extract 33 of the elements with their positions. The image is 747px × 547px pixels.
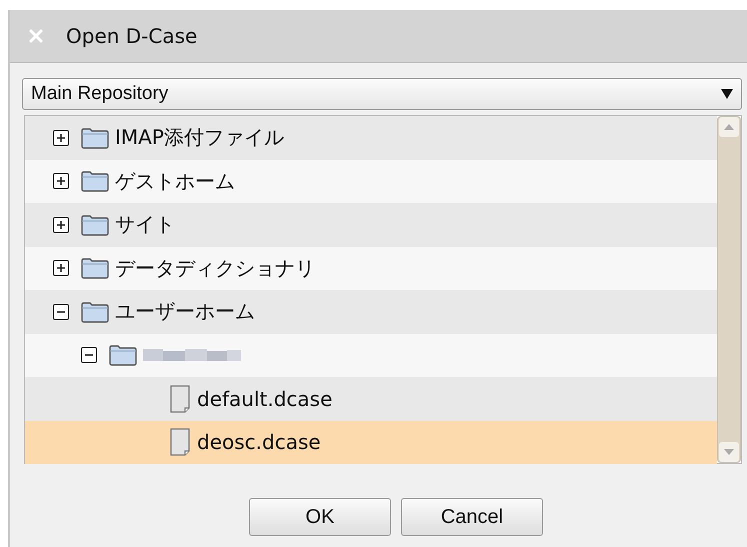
folder-icon: [81, 126, 109, 150]
expand-icon[interactable]: [53, 260, 69, 276]
tree-row[interactable]: IMAP添付ファイル: [25, 116, 717, 160]
tree-row[interactable]: default.dcase: [25, 377, 717, 420]
tree-row[interactable]: ゲストホーム: [25, 160, 717, 203]
window-title: Open D-Case: [66, 24, 198, 48]
folder-icon: [109, 343, 137, 368]
collapse-icon[interactable]: [53, 304, 69, 320]
file-name: deosc.dcase: [197, 430, 321, 454]
cancel-button[interactable]: Cancel: [401, 498, 543, 536]
dropdown-arrow-icon: [721, 89, 733, 99]
tree-row[interactable]: deosc.dcase: [25, 420, 717, 464]
file-icon: [169, 428, 191, 456]
folder-name: ユーザーホーム: [115, 298, 255, 326]
folder-icon: [81, 212, 109, 237]
file-icon: [169, 384, 191, 413]
expand-icon[interactable]: [53, 216, 69, 233]
file-name: default.dcase: [197, 386, 332, 411]
folder-name: データディクショナリ: [115, 254, 315, 282]
tree-row[interactable]: ユーザーホーム: [25, 290, 717, 334]
repository-dropdown[interactable]: Main Repository: [22, 78, 742, 110]
folder-icon: [81, 300, 109, 324]
collapse-icon[interactable]: [81, 347, 97, 364]
tree-row[interactable]: データディクショナリ: [25, 246, 717, 290]
expand-icon[interactable]: [53, 173, 69, 190]
folder-icon: [81, 256, 109, 280]
expand-icon[interactable]: [53, 130, 69, 146]
folder-name: IMAP添付ファイル: [115, 124, 284, 152]
folder-name: ゲストホーム: [115, 168, 235, 195]
folder-icon: [81, 169, 109, 194]
folder-name: サイト: [115, 211, 175, 238]
tree-row[interactable]: サイト: [25, 203, 717, 246]
ok-button[interactable]: OK: [249, 498, 391, 536]
